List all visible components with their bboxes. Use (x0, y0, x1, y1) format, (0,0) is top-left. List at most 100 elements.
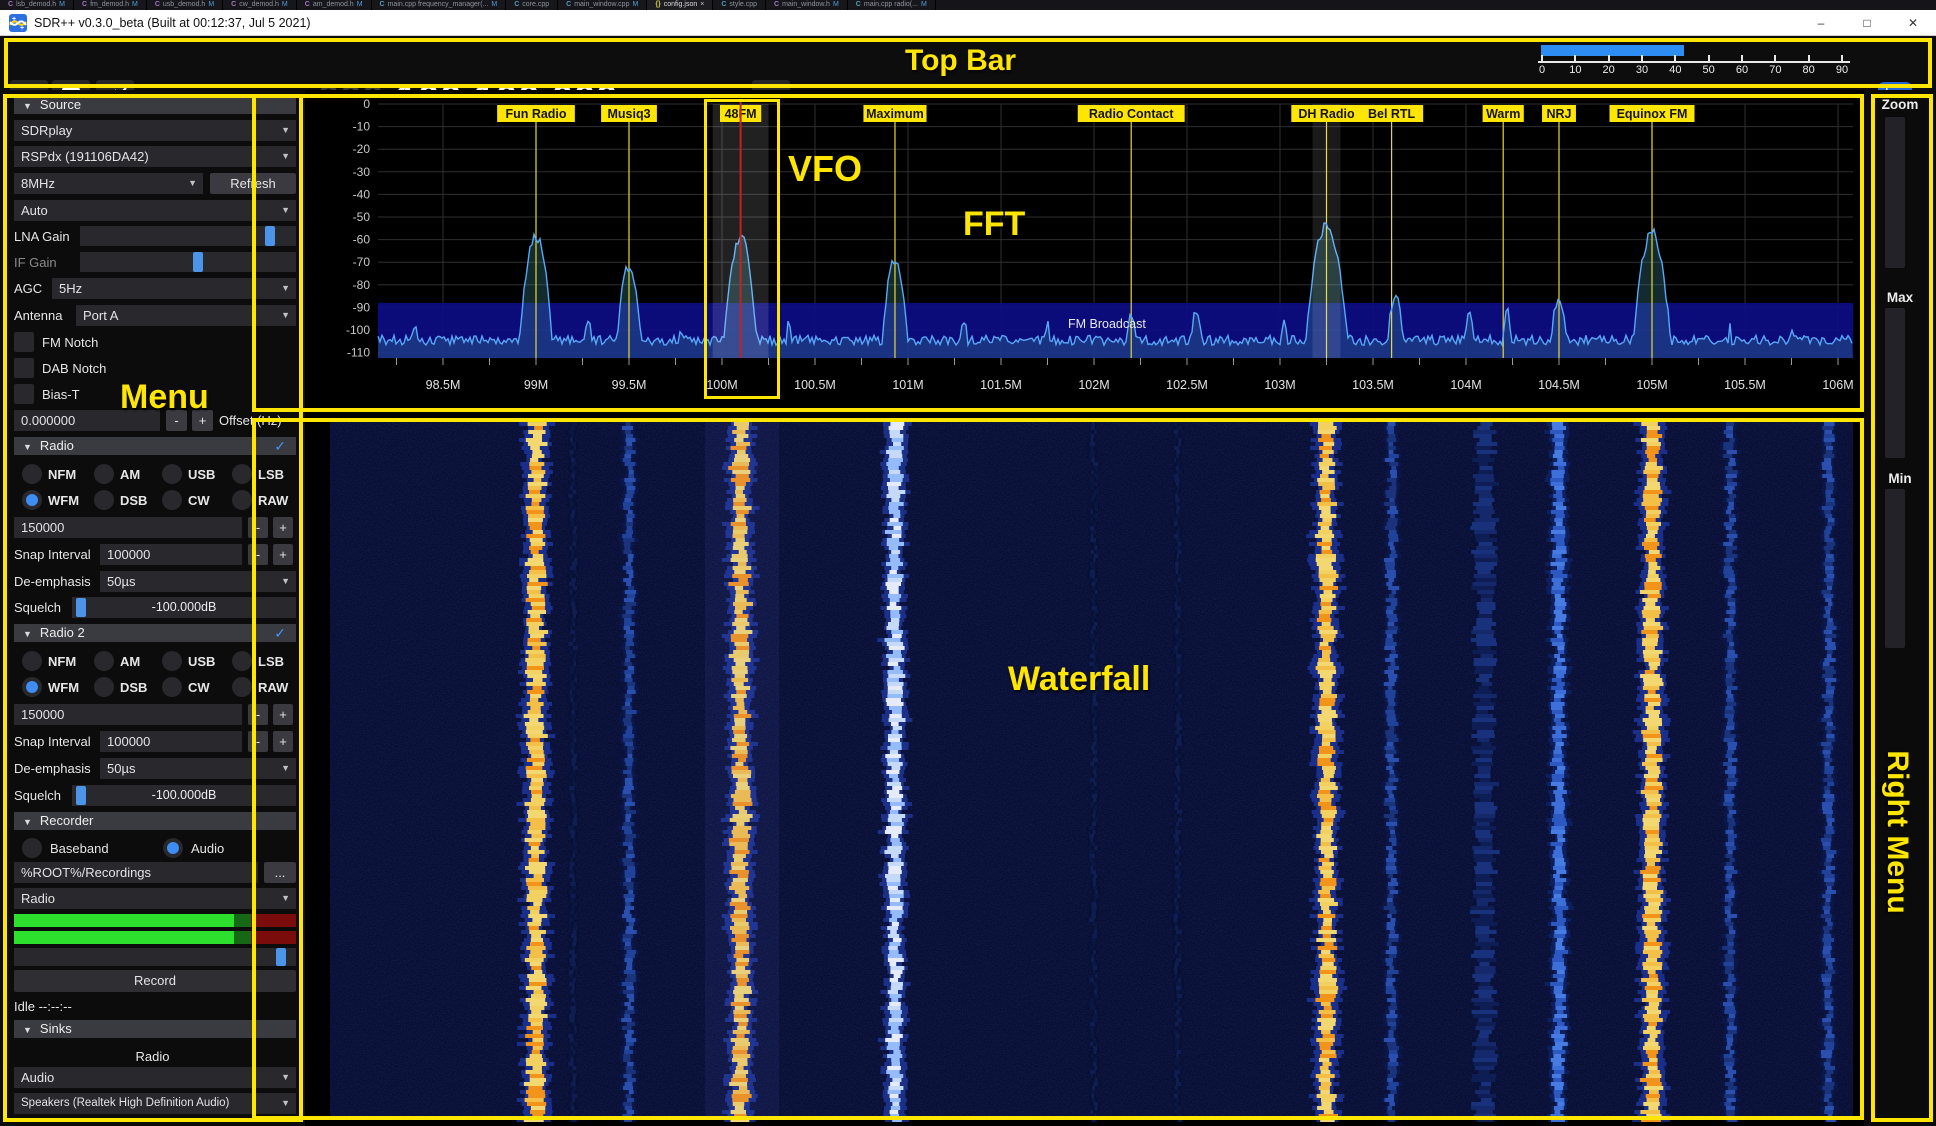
mode-radio-dsb[interactable] (94, 677, 114, 697)
editor-tab[interactable]: Cmain.cpp frequency_manager(...M (372, 0, 507, 10)
fft-plot[interactable]: 0-10-20-30-40-50-60-70-80-90-100-11098.5… (305, 90, 1862, 430)
recordings-path-input[interactable]: %ROOT%/Recordings (14, 862, 258, 883)
source-bandwidth-select[interactable]: 8MHz▼ (14, 173, 203, 194)
if-gain-slider[interactable] (80, 252, 296, 272)
mode-radio-wfm[interactable] (22, 490, 42, 510)
editor-tab[interactable]: Cmain_window.cppM (558, 0, 647, 10)
fft-freq-label: 98.5M (426, 378, 461, 392)
close-tab-icon[interactable]: × (700, 0, 704, 10)
section-header-sinks[interactable]: ▼Sinks (14, 1020, 296, 1038)
record-button[interactable]: Record (14, 970, 296, 992)
radio2-squelch-slider[interactable]: -100.000dB (72, 785, 296, 806)
if-gain-handle[interactable] (193, 252, 203, 272)
bias-t-checkbox[interactable] (14, 384, 34, 404)
mode-radio-am[interactable] (94, 464, 114, 484)
radio2-deemphasis-select[interactable]: 50µs▼ (100, 758, 296, 779)
max-slider[interactable] (1885, 308, 1905, 458)
editor-tab[interactable]: Cmain_window.hM (766, 0, 848, 10)
radio2-snap-input[interactable]: 100000 (100, 731, 242, 752)
mode-radio-lsb[interactable] (232, 464, 252, 484)
recorder-stream-select[interactable]: Radio▼ (14, 888, 296, 909)
radio1-bw-plus-button[interactable]: + (273, 517, 293, 538)
radio1-snap-input[interactable]: 100000 (100, 544, 242, 565)
offset-input[interactable]: 0.000000 (14, 410, 160, 431)
mode-radio-nfm[interactable] (22, 464, 42, 484)
editor-tab[interactable]: Ccore.cpp (506, 0, 558, 10)
agc-select[interactable]: 5Hz▼ (52, 278, 296, 299)
mode-radio-nfm[interactable] (22, 651, 42, 671)
section-header-recorder[interactable]: ▼Recorder (14, 812, 296, 830)
radio1-squelch-slider[interactable]: -100.000dB (72, 597, 296, 618)
fft-freq-label: 100M (706, 378, 737, 392)
editor-tab[interactable]: Cmain.cpp radio(...M (848, 0, 936, 10)
mode-radio-am[interactable] (94, 651, 114, 671)
mode-radio-cw[interactable] (162, 677, 182, 697)
editor-tab[interactable]: Cusb_demod.hM (147, 0, 223, 10)
mode-radio-lsb[interactable] (232, 651, 252, 671)
radio2-bw-minus-button[interactable]: - (248, 704, 268, 725)
radio2-squelch-handle[interactable] (76, 786, 86, 805)
radio2-snap-minus-button[interactable]: - (248, 731, 268, 752)
enabled-check-icon[interactable]: ✓ (274, 437, 286, 455)
source-driver-select[interactable]: SDRplay▼ (14, 120, 296, 141)
mode-radio-raw[interactable] (232, 490, 252, 510)
radio1-snap-minus-button[interactable]: - (248, 544, 268, 565)
baseband-radio[interactable] (22, 838, 42, 858)
radio2-snap-plus-button[interactable]: + (273, 731, 293, 752)
editor-tab[interactable]: {}config.json× (647, 0, 713, 10)
min-slider[interactable] (1885, 489, 1905, 648)
enabled-check-icon[interactable]: ✓ (274, 624, 286, 642)
sink-type-select[interactable]: Audio▼ (14, 1067, 296, 1088)
mode-radio-usb[interactable] (162, 464, 182, 484)
editor-tab[interactable]: Clsb_demod.hM (0, 0, 74, 10)
recorder-volume-handle[interactable] (276, 948, 286, 966)
radio1-deemphasis-select[interactable]: 50µs▼ (100, 571, 296, 592)
radio1-snap-plus-button[interactable]: + (273, 544, 293, 565)
mode-radio-usb[interactable] (162, 651, 182, 671)
sink-device-select[interactable]: Speakers (Realtek High Definition Audio)… (14, 1093, 296, 1114)
lna-gain-handle[interactable] (265, 226, 275, 246)
editor-tab[interactable]: Cfm_demod.hM (74, 0, 147, 10)
editor-tab[interactable]: Ccw_demod.hM (223, 0, 297, 10)
antenna-select[interactable]: Port A▼ (76, 305, 296, 326)
ruler-tick-label: 0 (1529, 64, 1555, 76)
section-header-source[interactable]: ▼Source (14, 96, 296, 114)
maximize-button[interactable]: □ (1844, 10, 1890, 36)
audio-radio[interactable] (163, 838, 183, 858)
recorder-volume-slider[interactable] (14, 948, 296, 966)
radio1-bw-minus-button[interactable]: - (248, 517, 268, 538)
close-button[interactable]: ✕ (1890, 10, 1936, 36)
section-label: Source (40, 97, 81, 112)
editor-tab-strip[interactable]: Clsb_demod.hMCfm_demod.hMCusb_demod.hMCc… (0, 0, 1936, 10)
waterfall-plot[interactable] (305, 418, 1862, 1126)
minimize-button[interactable]: – (1798, 10, 1844, 36)
fft-db-label: -110 (347, 346, 370, 360)
fft-db-label: -70 (353, 255, 371, 269)
source-device-select[interactable]: RSPdx (191106DA42)▼ (14, 146, 296, 167)
selected-value: 50µs (107, 761, 135, 776)
editor-tab[interactable]: Cam_demod.hM (297, 0, 372, 10)
mode-radio-cw[interactable] (162, 490, 182, 510)
lna-gain-slider[interactable] (80, 226, 296, 246)
browse-button[interactable]: ... (264, 862, 296, 883)
station-label: Maximum (866, 107, 924, 121)
radio1-bandwidth-input[interactable]: 150000 (14, 517, 242, 538)
section-header-radio2[interactable]: ▼Radio 2✓ (14, 624, 296, 642)
fm-notch-checkbox[interactable] (14, 332, 34, 352)
gain-mode-select[interactable]: Auto▼ (14, 200, 296, 221)
mode-radio-wfm[interactable] (22, 677, 42, 697)
editor-tab[interactable]: Cstyle.cpp (713, 0, 766, 10)
offset-plus-button[interactable]: + (192, 410, 213, 431)
offset-minus-button[interactable]: - (166, 410, 187, 431)
radio1-squelch-handle[interactable] (76, 598, 86, 617)
radio2-bw-plus-button[interactable]: + (273, 704, 293, 725)
radio2-deemphasis-label: De-emphasis (14, 758, 91, 779)
radio2-bandwidth-input[interactable]: 150000 (14, 704, 242, 725)
band-label: FM Broadcast (1068, 317, 1146, 331)
section-header-radio[interactable]: ▼Radio✓ (14, 437, 296, 455)
dab-notch-checkbox[interactable] (14, 358, 34, 378)
zoom-slider[interactable] (1885, 117, 1905, 268)
mode-radio-raw[interactable] (232, 677, 252, 697)
refresh-button[interactable]: Refresh (210, 173, 296, 194)
mode-radio-dsb[interactable] (94, 490, 114, 510)
